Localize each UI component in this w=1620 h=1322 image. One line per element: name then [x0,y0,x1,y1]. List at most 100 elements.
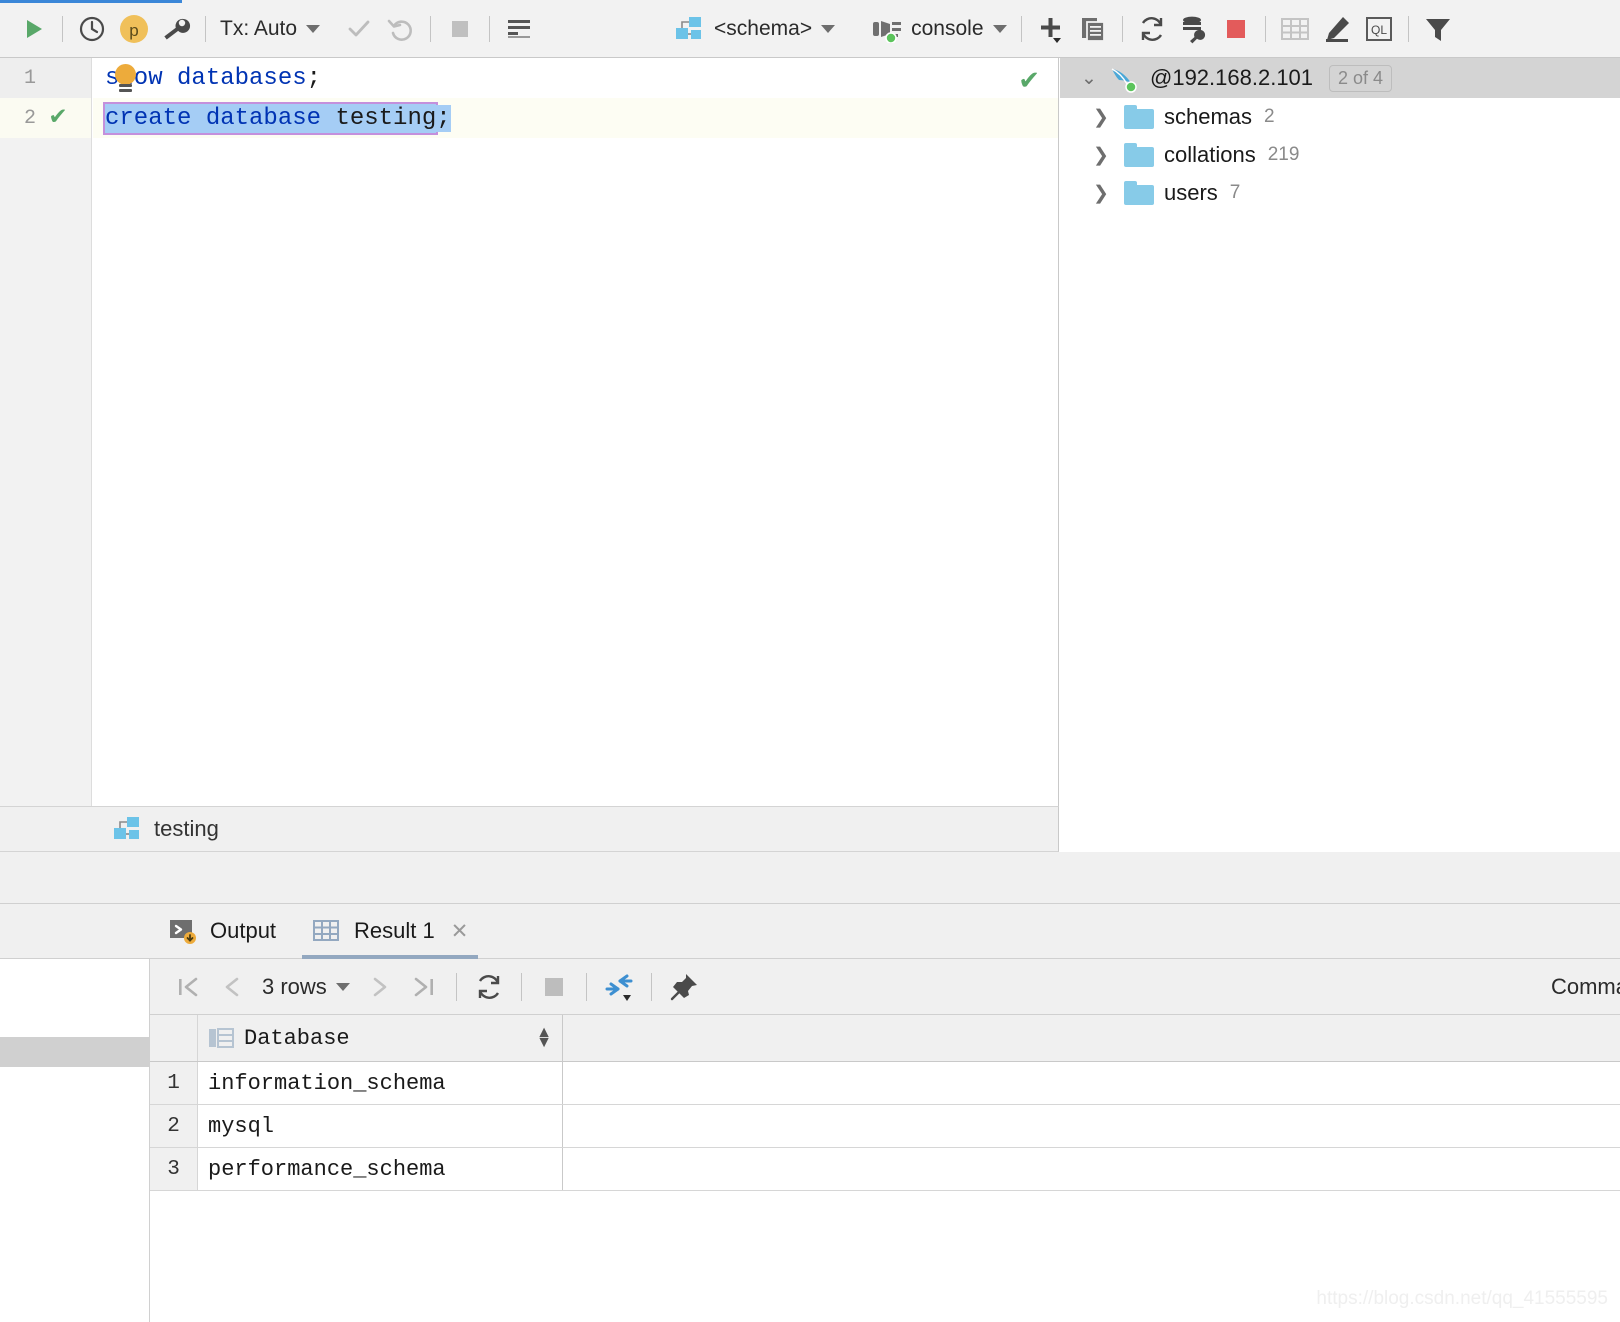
intention-bulb-icon[interactable] [115,64,136,87]
chevron-down-icon [335,982,350,991]
line-number: 1 [23,66,36,90]
selected-statement[interactable]: create database testing [102,101,439,135]
wrench-icon[interactable] [155,8,197,50]
rows-count-label: 3 rows [262,973,327,999]
edit-pencil-icon[interactable] [1316,8,1358,50]
add-button[interactable] [1030,8,1072,50]
tree-item-count: 219 [1267,144,1300,165]
main-toolbar: p Tx: Auto <schema> console QL [0,0,1620,58]
schema-selector[interactable]: <schema> [668,15,841,43]
row-index: 1 [150,1062,198,1104]
folder-icon [1124,181,1154,205]
table-row[interactable]: 3 performance_schema [150,1148,1620,1191]
session-selector[interactable]: console [865,15,1012,43]
rollback-button[interactable] [380,8,422,50]
transpose-button[interactable] [597,965,641,1009]
close-icon[interactable]: ✕ [451,919,469,944]
stop-button[interactable] [439,8,481,50]
toolbar-divider [1020,15,1022,42]
chevron-right-icon[interactable]: ❯ [1084,106,1118,129]
svg-text:p: p [129,21,138,40]
table-icon [313,920,340,941]
svg-text:QL: QL [1370,23,1386,37]
tab-label: Result 1 [354,918,435,943]
column-icon [209,1028,234,1048]
toolbar-divider [62,15,63,42]
chevron-right-icon[interactable]: ❯ [1084,144,1118,167]
code-identifier: testing [335,104,437,132]
sort-toggle-icon[interactable]: ▲ ▼ [536,1025,552,1051]
parameters-icon[interactable] [498,8,540,50]
chevron-right-icon[interactable]: ❯ [1084,182,1118,205]
folder-icon [1124,143,1154,167]
transaction-mode-label: Tx: Auto [220,16,298,40]
toolbar-divider [455,972,457,1001]
session-label: console [911,16,984,40]
table-row[interactable]: 2 mysql [150,1105,1620,1148]
schema-label: <schema> [714,16,813,40]
grid-index-header [150,1015,198,1061]
column-title: Database [244,1025,350,1051]
tree-node-users[interactable]: ❯ users 7 [1060,174,1620,212]
toolbar-divider [520,972,522,1001]
filter-icon[interactable] [1417,8,1459,50]
next-page-button[interactable] [358,965,402,1009]
console-icon [170,920,196,944]
commit-button[interactable] [338,8,380,50]
chevron-down-icon[interactable]: ⌄ [1072,67,1106,90]
duplicate-icon[interactable] [1072,8,1114,50]
stop-query-button[interactable] [532,965,576,1009]
database-explorer: ⌄ @192.168.2.101 2 of 4 ❯ schemas 2 ❯ co… [1060,58,1620,852]
run-button[interactable] [12,8,54,50]
breadcrumb[interactable]: testing [0,806,1059,852]
editor-code-area[interactable]: show databases; ✔ create database testin… [93,58,1058,806]
history-icon[interactable] [71,8,113,50]
sort-down-icon: ▼ [536,1034,552,1051]
modify-datasource-icon[interactable] [1173,8,1215,50]
result-grid[interactable]: Database ▲ ▼ 1 information_schema 2 mysq… [150,1015,1620,1191]
tree-item-label: collations [1164,142,1256,167]
tab-result-1[interactable]: Result 1 ✕ [294,904,486,959]
row-index: 2 [150,1105,198,1147]
query-console-icon[interactable]: QL [1358,8,1400,50]
rows-count-dropdown[interactable]: 3 rows [254,974,358,1000]
pin-tab-button[interactable] [662,965,706,1009]
datagrip-window: p Tx: Auto <schema> console QL 1 2 ✔ dat… [0,0,1620,1322]
panel-separator-strip [0,852,1620,904]
results-toolbar: 3 rows Comm [150,959,1620,1015]
tree-item-count: 7 [1229,182,1241,203]
tree-node-collations[interactable]: ❯ collations 219 [1060,136,1620,174]
table-row[interactable]: 1 information_schema [150,1062,1620,1105]
toolbar-divider [650,972,652,1001]
toolbar-divider [430,15,432,42]
first-page-button[interactable] [166,965,210,1009]
cell-database[interactable]: performance_schema [198,1148,563,1190]
reload-page-button[interactable] [467,965,511,1009]
code-punctuation: ; [306,64,322,92]
grid-column-header-database[interactable]: Database ▲ ▼ [198,1015,563,1061]
toolbar-divider [489,15,491,42]
table-editor-icon[interactable] [1274,8,1316,50]
active-tab-accent [0,0,182,3]
toolbar-divider [205,15,206,42]
terminate-button[interactable] [1215,8,1257,50]
cell-database[interactable]: mysql [198,1105,563,1147]
cell-database[interactable]: information_schema [198,1062,563,1104]
tab-output[interactable]: Output [150,904,294,959]
transaction-mode-dropdown[interactable]: Tx: Auto [214,17,326,41]
sql-editor[interactable]: 1 2 ✔ show databases; ✔ create database … [0,58,1059,806]
chevron-down-icon [992,24,1007,33]
row-index: 3 [150,1148,198,1190]
tree-node-datasource[interactable]: ⌄ @192.168.2.101 2 of 4 [1060,58,1620,98]
watermark: https://blog.csdn.net/qq_41555595 [1316,1288,1608,1309]
tree-item-label: users [1164,180,1218,205]
refresh-icon[interactable] [1131,8,1173,50]
profile-icon[interactable]: p [113,8,155,50]
results-tabbar: Output Result 1 ✕ [150,904,1620,959]
code-line-2[interactable]: create database testing; [93,98,1058,138]
last-page-button[interactable] [402,965,446,1009]
code-line-1[interactable]: show databases; ✔ [93,58,1058,98]
prev-page-button[interactable] [210,965,254,1009]
tree-node-schemas[interactable]: ❯ schemas 2 [1060,98,1620,136]
grid-header-row: Database ▲ ▼ [150,1015,1620,1062]
